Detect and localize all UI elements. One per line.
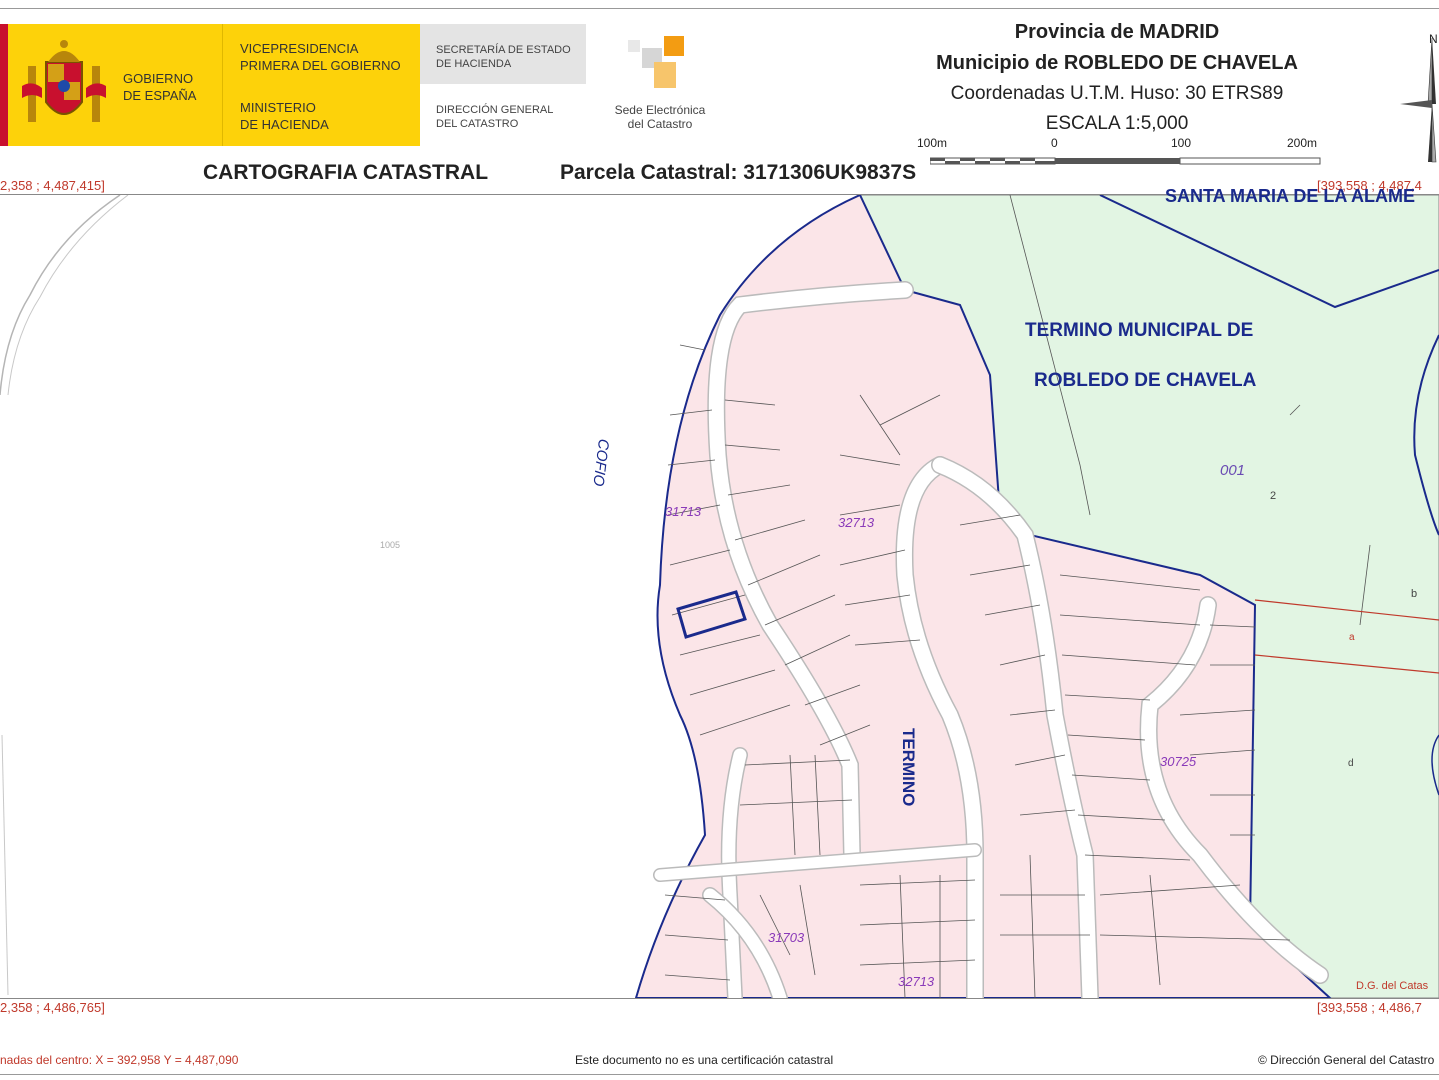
label-termino-municipal: TERMINO MUNICIPAL DE bbox=[1025, 320, 1254, 341]
secretaria-line-2: DE HACIENDA bbox=[436, 58, 512, 70]
secretaria-label: SECRETARÍA DE ESTADO DE HACIENDA bbox=[436, 43, 571, 71]
left-edge-line bbox=[1, 734, 9, 996]
label-robledo: ROBLEDO DE CHAVELA bbox=[1034, 370, 1257, 391]
ministerio-line-1: MINISTERIO bbox=[240, 100, 316, 115]
cartografia-title: CARTOGRAFIA CATASTRAL bbox=[203, 161, 489, 184]
sede-line-2: del Catastro bbox=[627, 117, 693, 131]
label-block-31703: 31703 bbox=[768, 930, 805, 945]
label-block-31713: 31713 bbox=[665, 504, 702, 519]
direccion-label: DIRECCIÓN GENERAL DEL CATASTRO bbox=[436, 103, 553, 131]
coord-bottom-right: [393,558 ; 4,486,7 bbox=[1317, 1000, 1422, 1015]
gobierno-line-1: GOBIERNO bbox=[123, 71, 194, 86]
label-small-d: d bbox=[1348, 758, 1354, 769]
sede-label: Sede Electrónica del Catastro bbox=[600, 103, 720, 131]
sede-catastro-logo-icon bbox=[628, 36, 684, 88]
secretaria-line-1: SECRETARÍA DE ESTADO bbox=[436, 44, 571, 56]
label-small-a: a bbox=[1349, 632, 1355, 643]
left-contour-line-2 bbox=[7, 195, 129, 396]
scale-tick-100m-left: 100m bbox=[917, 136, 948, 150]
scale-tick-100: 100 bbox=[1171, 136, 1192, 150]
coord-bottom-left: 2,358 ; 4,486,765] bbox=[0, 1000, 105, 1015]
gobierno-line-2: DE ESPAÑA bbox=[123, 88, 197, 103]
vicepresidencia-line-1: VICEPRESIDENCIA bbox=[240, 41, 359, 56]
map-bottom-border bbox=[0, 998, 1439, 999]
vicepresidencia-label: VICEPRESIDENCIA PRIMERA DEL GOBIERNO bbox=[240, 40, 401, 74]
coordenadas-label: Coordenadas U.T.M. Huso: 30 ETRS89 bbox=[950, 83, 1284, 104]
coord-top-left: 2,358 ; 4,487,415] bbox=[0, 178, 105, 193]
scale-tick-0: 0 bbox=[1051, 136, 1058, 150]
cadastral-map[interactable] bbox=[0, 195, 1439, 998]
ministerio-line-2: DE HACIENDA bbox=[240, 117, 329, 132]
label-termino-road: TERMINO bbox=[899, 728, 918, 807]
label-block-32713-bottom: 32713 bbox=[898, 974, 935, 989]
footer-copyright: © Dirección General del Catastro bbox=[1258, 1053, 1435, 1067]
label-left-parcel: 1005 bbox=[380, 540, 401, 550]
label-block-30725: 30725 bbox=[1160, 754, 1197, 769]
north-letter: N bbox=[1429, 32, 1438, 46]
bottom-border bbox=[0, 1074, 1439, 1075]
gov-divider bbox=[222, 24, 223, 146]
municipio-title: Municipio de ROBLEDO DE CHAVELA bbox=[936, 52, 1298, 74]
scale-bar bbox=[929, 152, 1322, 165]
escala-label: ESCALA 1:5,000 bbox=[1045, 113, 1189, 134]
footer-center-coords: nadas del centro: X = 392,958 Y = 4,487,… bbox=[0, 1053, 239, 1067]
scale-bar-graphic bbox=[929, 157, 1321, 165]
ministerio-label: MINISTERIO DE HACIENDA bbox=[240, 99, 329, 133]
coat-of-arms-icon bbox=[22, 40, 106, 122]
label-small-b: b bbox=[1411, 588, 1418, 600]
vicepresidencia-line-2: PRIMERA DEL GOBIERNO bbox=[240, 58, 401, 73]
label-block-32713: 32713 bbox=[838, 515, 875, 530]
label-polygon-001: 001 bbox=[1220, 462, 1246, 479]
label-santa-maria: SANTA MARIA DE LA ALAME bbox=[1165, 186, 1415, 206]
parcela-title: Parcela Catastral: 3171306UK9837S bbox=[560, 161, 917, 184]
top-border bbox=[0, 8, 1439, 9]
footer-disclaimer: Este documento no es una certificación c… bbox=[575, 1053, 834, 1067]
left-contour-line bbox=[0, 195, 121, 396]
direccion-line-1: DIRECCIÓN GENERAL bbox=[436, 104, 554, 116]
scale-tick-200m: 200m bbox=[1287, 136, 1318, 150]
provincia-title: Provincia de MADRID bbox=[1014, 21, 1220, 43]
sede-line-1: Sede Electrónica bbox=[614, 103, 706, 117]
label-small-2: 2 bbox=[1270, 490, 1277, 502]
north-arrow-icon bbox=[1400, 37, 1437, 163]
gov-red-stripe bbox=[0, 24, 8, 146]
map-credit: D.G. del Catas bbox=[1356, 980, 1429, 992]
gobierno-label: GOBIERNO DE ESPAÑA bbox=[123, 70, 196, 104]
direccion-line-2: DEL CATASTRO bbox=[436, 118, 519, 130]
